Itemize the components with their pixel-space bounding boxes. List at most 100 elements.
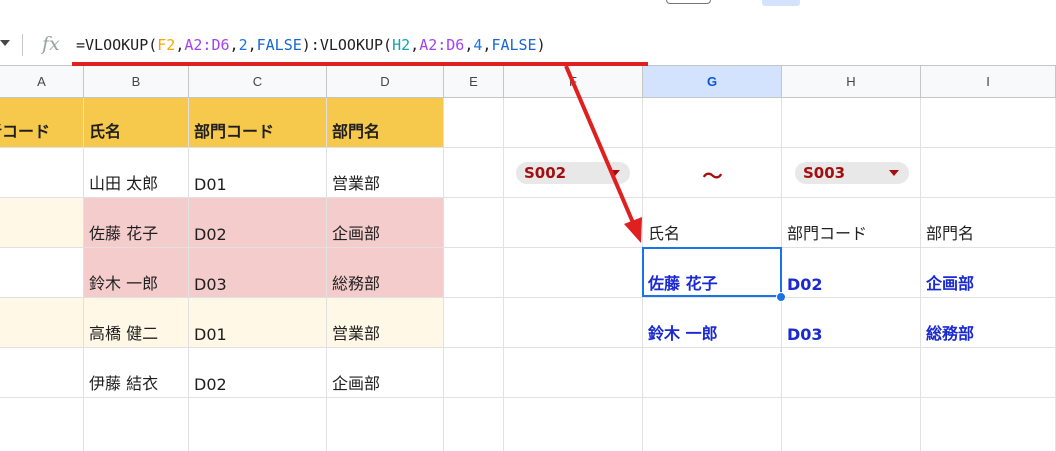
cell-a7[interactable] <box>0 398 84 451</box>
cell-h4[interactable]: D02 <box>782 248 921 298</box>
cell-c3-text: D02 <box>194 225 227 244</box>
cell-d4-text: 総務部 <box>332 274 381 293</box>
cell-b2[interactable]: 山田 太郎 <box>84 148 189 198</box>
cell-c5[interactable]: D01 <box>189 298 327 348</box>
formula-token: F2 <box>157 36 176 54</box>
cell-e5[interactable] <box>444 298 504 348</box>
formula-token: FALSE <box>491 36 537 54</box>
cell-d2[interactable]: 営業部 <box>327 148 444 198</box>
cell-i4[interactable]: 企画部 <box>921 248 1056 298</box>
cell-b3[interactable]: 佐藤 花子 <box>84 198 189 248</box>
cell-h1[interactable] <box>782 98 921 148</box>
cell-d1[interactable]: 部門名 <box>327 98 444 148</box>
column-header-f[interactable]: F <box>504 66 643 98</box>
column-header-g[interactable]: G <box>643 66 782 98</box>
cell-d3[interactable]: 企画部 <box>327 198 444 248</box>
cell-i6[interactable] <box>921 348 1056 398</box>
cell-c1[interactable]: 部門コード <box>189 98 327 148</box>
cell-e3[interactable] <box>444 198 504 248</box>
cell-c6[interactable]: D02 <box>189 348 327 398</box>
formula-token: , <box>247 36 257 54</box>
cell-i7[interactable] <box>921 398 1056 451</box>
cell-i1[interactable] <box>921 98 1056 148</box>
cell-b5-text: 高橋 健二 <box>89 324 159 343</box>
formula-token: , <box>229 36 239 54</box>
cell-f7[interactable] <box>504 398 643 451</box>
to-id-dropdown[interactable]: S003 <box>795 162 909 184</box>
cell-g1[interactable] <box>643 98 782 148</box>
cell-h4-text: D02 <box>787 275 823 294</box>
cell-h6[interactable] <box>782 348 921 398</box>
cell-a1-text: 者コード <box>0 122 51 141</box>
cell-h5-text: D03 <box>787 325 823 344</box>
cell-i5[interactable]: 総務部 <box>921 298 1056 348</box>
cell-b4[interactable]: 鈴木 一郎 <box>84 248 189 298</box>
cell-f1[interactable] <box>504 98 643 148</box>
fill-handle[interactable] <box>776 292 786 302</box>
cell-b1-text: 氏名 <box>89 122 122 141</box>
cell-h3[interactable]: 部門コード <box>782 198 921 248</box>
cell-e6[interactable] <box>444 348 504 398</box>
cell-g7[interactable] <box>643 398 782 451</box>
cell-e7[interactable] <box>444 398 504 451</box>
cell-c7[interactable] <box>189 398 327 451</box>
formula-token: FALSE <box>256 36 302 54</box>
cell-e1[interactable] <box>444 98 504 148</box>
cell-a5[interactable] <box>0 298 84 348</box>
cell-i3-text: 部門名 <box>926 224 975 243</box>
cell-a1[interactable]: 者コード <box>0 98 84 148</box>
cell-g5[interactable]: 鈴木 一郎 <box>643 298 782 348</box>
cell-b7[interactable] <box>84 398 189 451</box>
formula-token: A2:D6 <box>184 36 230 54</box>
cell-f6[interactable] <box>504 348 643 398</box>
cell-a4[interactable] <box>0 248 84 298</box>
cell-d5-text: 営業部 <box>332 324 381 343</box>
cell-a6[interactable] <box>0 348 84 398</box>
formula-token: ):VLOOKUP( <box>301 36 393 54</box>
column-header-c[interactable]: C <box>189 66 327 98</box>
cell-h3-text: 部門コード <box>787 224 868 243</box>
cell-i4-text: 企画部 <box>926 274 975 293</box>
cell-h5[interactable]: D03 <box>782 298 921 348</box>
cell-f3[interactable] <box>504 198 643 248</box>
column-header-e[interactable]: E <box>444 66 504 98</box>
cell-d7[interactable] <box>327 398 444 451</box>
cell-h7[interactable] <box>782 398 921 451</box>
cell-b1[interactable]: 氏名 <box>84 98 189 148</box>
formula-token: ) <box>536 36 546 54</box>
cell-i2[interactable] <box>921 148 1056 198</box>
name-box-dropdown-icon[interactable] <box>0 40 10 46</box>
column-header-d[interactable]: D <box>327 66 444 98</box>
cell-e4[interactable] <box>444 248 504 298</box>
cell-c4[interactable]: D03 <box>189 248 327 298</box>
cell-g6[interactable] <box>643 348 782 398</box>
cell-g3-text: 氏名 <box>648 224 681 243</box>
cell-b5[interactable]: 高橋 健二 <box>84 298 189 348</box>
formula-token: H2 <box>392 36 411 54</box>
cell-c3[interactable]: D02 <box>189 198 327 248</box>
cell-d2-text: 営業部 <box>332 174 381 193</box>
cell-c2[interactable]: D01 <box>189 148 327 198</box>
from-id-dropdown[interactable]: S002 <box>516 162 630 184</box>
cell-a3[interactable] <box>0 198 84 248</box>
cell-f4[interactable] <box>504 248 643 298</box>
cell-d4[interactable]: 総務部 <box>327 248 444 298</box>
active-cell-selection <box>642 247 782 297</box>
column-header-a[interactable]: A <box>0 66 84 98</box>
cell-c5-text: D01 <box>194 325 227 344</box>
column-header-h[interactable]: H <box>782 66 921 98</box>
cell-g3[interactable]: 氏名 <box>643 198 782 248</box>
column-header-i[interactable]: I <box>921 66 1056 98</box>
cell-d5[interactable]: 営業部 <box>327 298 444 348</box>
cell-a2[interactable] <box>0 148 84 198</box>
cell-b4-text: 鈴木 一郎 <box>89 274 159 293</box>
cell-i3[interactable]: 部門名 <box>921 198 1056 248</box>
cell-f5[interactable] <box>504 298 643 348</box>
formula-input[interactable]: =VLOOKUP(F2,A2:D6,2,FALSE):VLOOKUP(H2,A2… <box>76 36 546 54</box>
cell-e2[interactable] <box>444 148 504 198</box>
toolbar-button[interactable] <box>666 0 711 4</box>
cell-b6[interactable]: 伊藤 結衣 <box>84 348 189 398</box>
toolbar-active-button[interactable] <box>762 0 800 6</box>
cell-d6[interactable]: 企画部 <box>327 348 444 398</box>
column-header-b[interactable]: B <box>84 66 189 98</box>
